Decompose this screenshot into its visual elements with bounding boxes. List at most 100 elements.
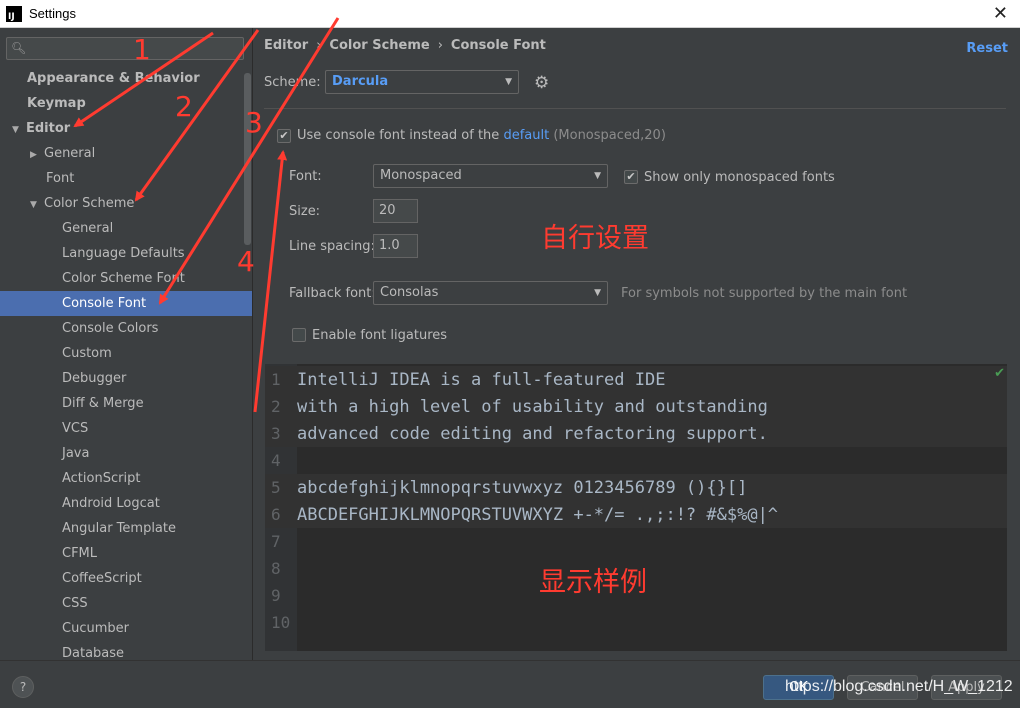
sidebar-item-color-scheme-font[interactable]: Color Scheme Font — [0, 266, 252, 291]
preview-text: IntelliJ IDEA is a full-featured IDE — [297, 370, 666, 390]
title-bar: IJ Settings ✕ — [0, 0, 1020, 28]
preview-line: 6 ABCDEFGHIJKLMNOPQRSTUVWXYZ +-*/= .,;:!?… — [265, 501, 1007, 528]
breadcrumb-separator: › — [316, 38, 322, 53]
sidebar-item-appearance-behavior[interactable]: Appearance & Behavior — [0, 66, 252, 91]
collapse-arrow-icon[interactable]: ▶ — [30, 143, 44, 168]
breadcrumb-console-font: Console Font — [450, 38, 546, 53]
annotation-number-1: 1 — [133, 33, 151, 66]
breadcrumb-color-scheme: Color Scheme — [329, 38, 430, 53]
sidebar-item-keymap[interactable]: Keymap — [0, 91, 252, 116]
check-icon: ✔ — [994, 366, 1005, 381]
enable-ligatures-checkbox[interactable] — [292, 328, 306, 342]
sidebar-item-label: VCS — [62, 421, 89, 436]
sidebar-item-label: Console Font — [62, 296, 147, 311]
breadcrumb: Editor › Color Scheme › Console Font — [264, 38, 546, 53]
sidebar-item-label: Cucumber — [62, 621, 129, 636]
annotation-sample-display: 显示样例 — [539, 567, 647, 598]
default-font-hint: (Monospaced,20) — [553, 128, 666, 143]
sidebar-item-java[interactable]: Java — [0, 441, 252, 466]
font-value: Monospaced — [380, 168, 462, 183]
preview-line: 10 — [265, 609, 1007, 636]
reset-link[interactable]: Reset — [966, 41, 1008, 56]
preview-line: 7 — [265, 528, 1007, 555]
scheme-dropdown[interactable]: Darcula ▼ — [325, 70, 519, 94]
breadcrumb-separator: › — [437, 38, 443, 53]
sidebar-item-database[interactable]: Database — [0, 641, 252, 660]
breadcrumb-editor: Editor — [264, 38, 309, 53]
preview-line: 2 with a high level of usability and outs… — [265, 393, 1007, 420]
sidebar-item-android-logcat[interactable]: Android Logcat — [0, 491, 252, 516]
sidebar-item-cfml[interactable]: CFML — [0, 541, 252, 566]
search-icon: 🔍︎ — [11, 41, 27, 55]
fallback-font-dropdown[interactable]: Consolas ▼ — [373, 281, 608, 305]
expand-arrow-icon[interactable]: ▼ — [30, 193, 44, 218]
sidebar-item-label: General — [62, 221, 114, 236]
line-spacing-label: Line spacing: — [289, 239, 375, 254]
sidebar-item-debugger[interactable]: Debugger — [0, 366, 252, 391]
sidebar-item-label: CFML — [62, 546, 98, 561]
sidebar-item-general[interactable]: General — [0, 216, 252, 241]
line-number: 9 — [271, 586, 281, 605]
sidebar-item-console-font[interactable]: Console Font — [0, 291, 252, 316]
sidebar-item-font[interactable]: Font — [0, 166, 252, 191]
sidebar-item-console-colors[interactable]: Console Colors — [0, 316, 252, 341]
line-number: 1 — [271, 370, 281, 389]
preview-text: advanced code editing and refactoring su… — [297, 424, 768, 444]
use-console-font-text: Use console font instead of the — [297, 128, 500, 143]
size-label: Size: — [289, 204, 321, 219]
help-button[interactable]: ? — [12, 676, 34, 698]
size-input[interactable]: 20 — [373, 199, 418, 223]
sidebar-item-label: Database — [62, 646, 125, 660]
sidebar-item-actionscript[interactable]: ActionScript — [0, 466, 252, 491]
sidebar-item-coffeescript[interactable]: CoffeeScript — [0, 566, 252, 591]
sidebar-item-custom[interactable]: Custom — [0, 341, 252, 366]
window-title: Settings — [29, 6, 76, 21]
preview-line: 4 — [265, 447, 1007, 474]
line-number: 2 — [271, 397, 281, 416]
sidebar-item-label: Custom — [62, 346, 112, 361]
sidebar-item-angular-template[interactable]: Angular Template — [0, 516, 252, 541]
close-icon[interactable]: ✕ — [993, 3, 1008, 24]
preview-line: 1 IntelliJ IDEA is a full-featured IDE — [265, 366, 1007, 393]
sidebar-item-vcs[interactable]: VCS — [0, 416, 252, 441]
sidebar-item-label: CoffeeScript — [62, 571, 142, 586]
sidebar-item-editor[interactable]: ▼ Editor — [0, 116, 252, 143]
line-number: 6 — [271, 505, 281, 524]
chevron-down-icon: ▼ — [505, 77, 512, 87]
sidebar-item-label: Color Scheme Font — [62, 271, 185, 286]
intellij-logo-icon: IJ — [6, 5, 22, 22]
sidebar-item-label: Console Colors — [62, 321, 159, 336]
show-only-monospaced-checkbox[interactable]: ✔ — [624, 170, 638, 184]
sidebar-item-language-defaults[interactable]: Language Defaults — [0, 241, 252, 266]
preview-text: abcdefghijklmnopqrstuvwxyz 0123456789 ()… — [297, 478, 748, 498]
font-preview-editor[interactable]: 1 IntelliJ IDEA is a full-featured IDE 2 wi… — [265, 364, 1007, 651]
sidebar-item-general[interactable]: ▶ General — [0, 141, 252, 168]
preview-text: ABCDEFGHIJKLMNOPQRSTUVWXYZ +-*/= .,;:!? … — [297, 505, 779, 525]
sidebar-item-color-scheme[interactable]: ▼ Color Scheme — [0, 191, 252, 218]
sidebar-item-label: Android Logcat — [62, 496, 160, 511]
use-console-font-label: Use console font instead of the default … — [297, 128, 666, 143]
line-number: 7 — [271, 532, 281, 551]
default-font-link[interactable]: default — [503, 128, 549, 143]
sidebar-item-label: Font — [46, 171, 75, 186]
sidebar-item-label: Angular Template — [62, 521, 176, 536]
gear-icon[interactable]: ⚙ — [534, 73, 549, 93]
sidebar-item-cucumber[interactable]: Cucumber — [0, 616, 252, 641]
fallback-font-value: Consolas — [380, 285, 439, 300]
fallback-font-label: Fallback font: — [289, 286, 376, 301]
sidebar-item-label: ActionScript — [62, 471, 141, 486]
line-spacing-input[interactable]: 1.0 — [373, 234, 418, 258]
search-input[interactable]: 🔍︎ — [6, 37, 244, 60]
font-dropdown[interactable]: Monospaced ▼ — [373, 164, 608, 188]
expand-arrow-icon[interactable]: ▼ — [12, 118, 26, 143]
sidebar-item-label: Color Scheme — [44, 196, 135, 211]
sidebar-item-diff-merge[interactable]: Diff & Merge — [0, 391, 252, 416]
sidebar-item-css[interactable]: CSS — [0, 591, 252, 616]
line-number: 3 — [271, 424, 281, 443]
use-console-font-checkbox[interactable]: ✔ — [277, 129, 291, 143]
sidebar-item-label: Language Defaults — [62, 246, 185, 261]
annotation-number-4: 4 — [237, 245, 255, 278]
sidebar-item-label: CSS — [62, 596, 88, 611]
sidebar-scrollbar[interactable] — [244, 73, 251, 245]
watermark: https://blog.csdn.net/H_W_1212 — [785, 678, 1013, 695]
